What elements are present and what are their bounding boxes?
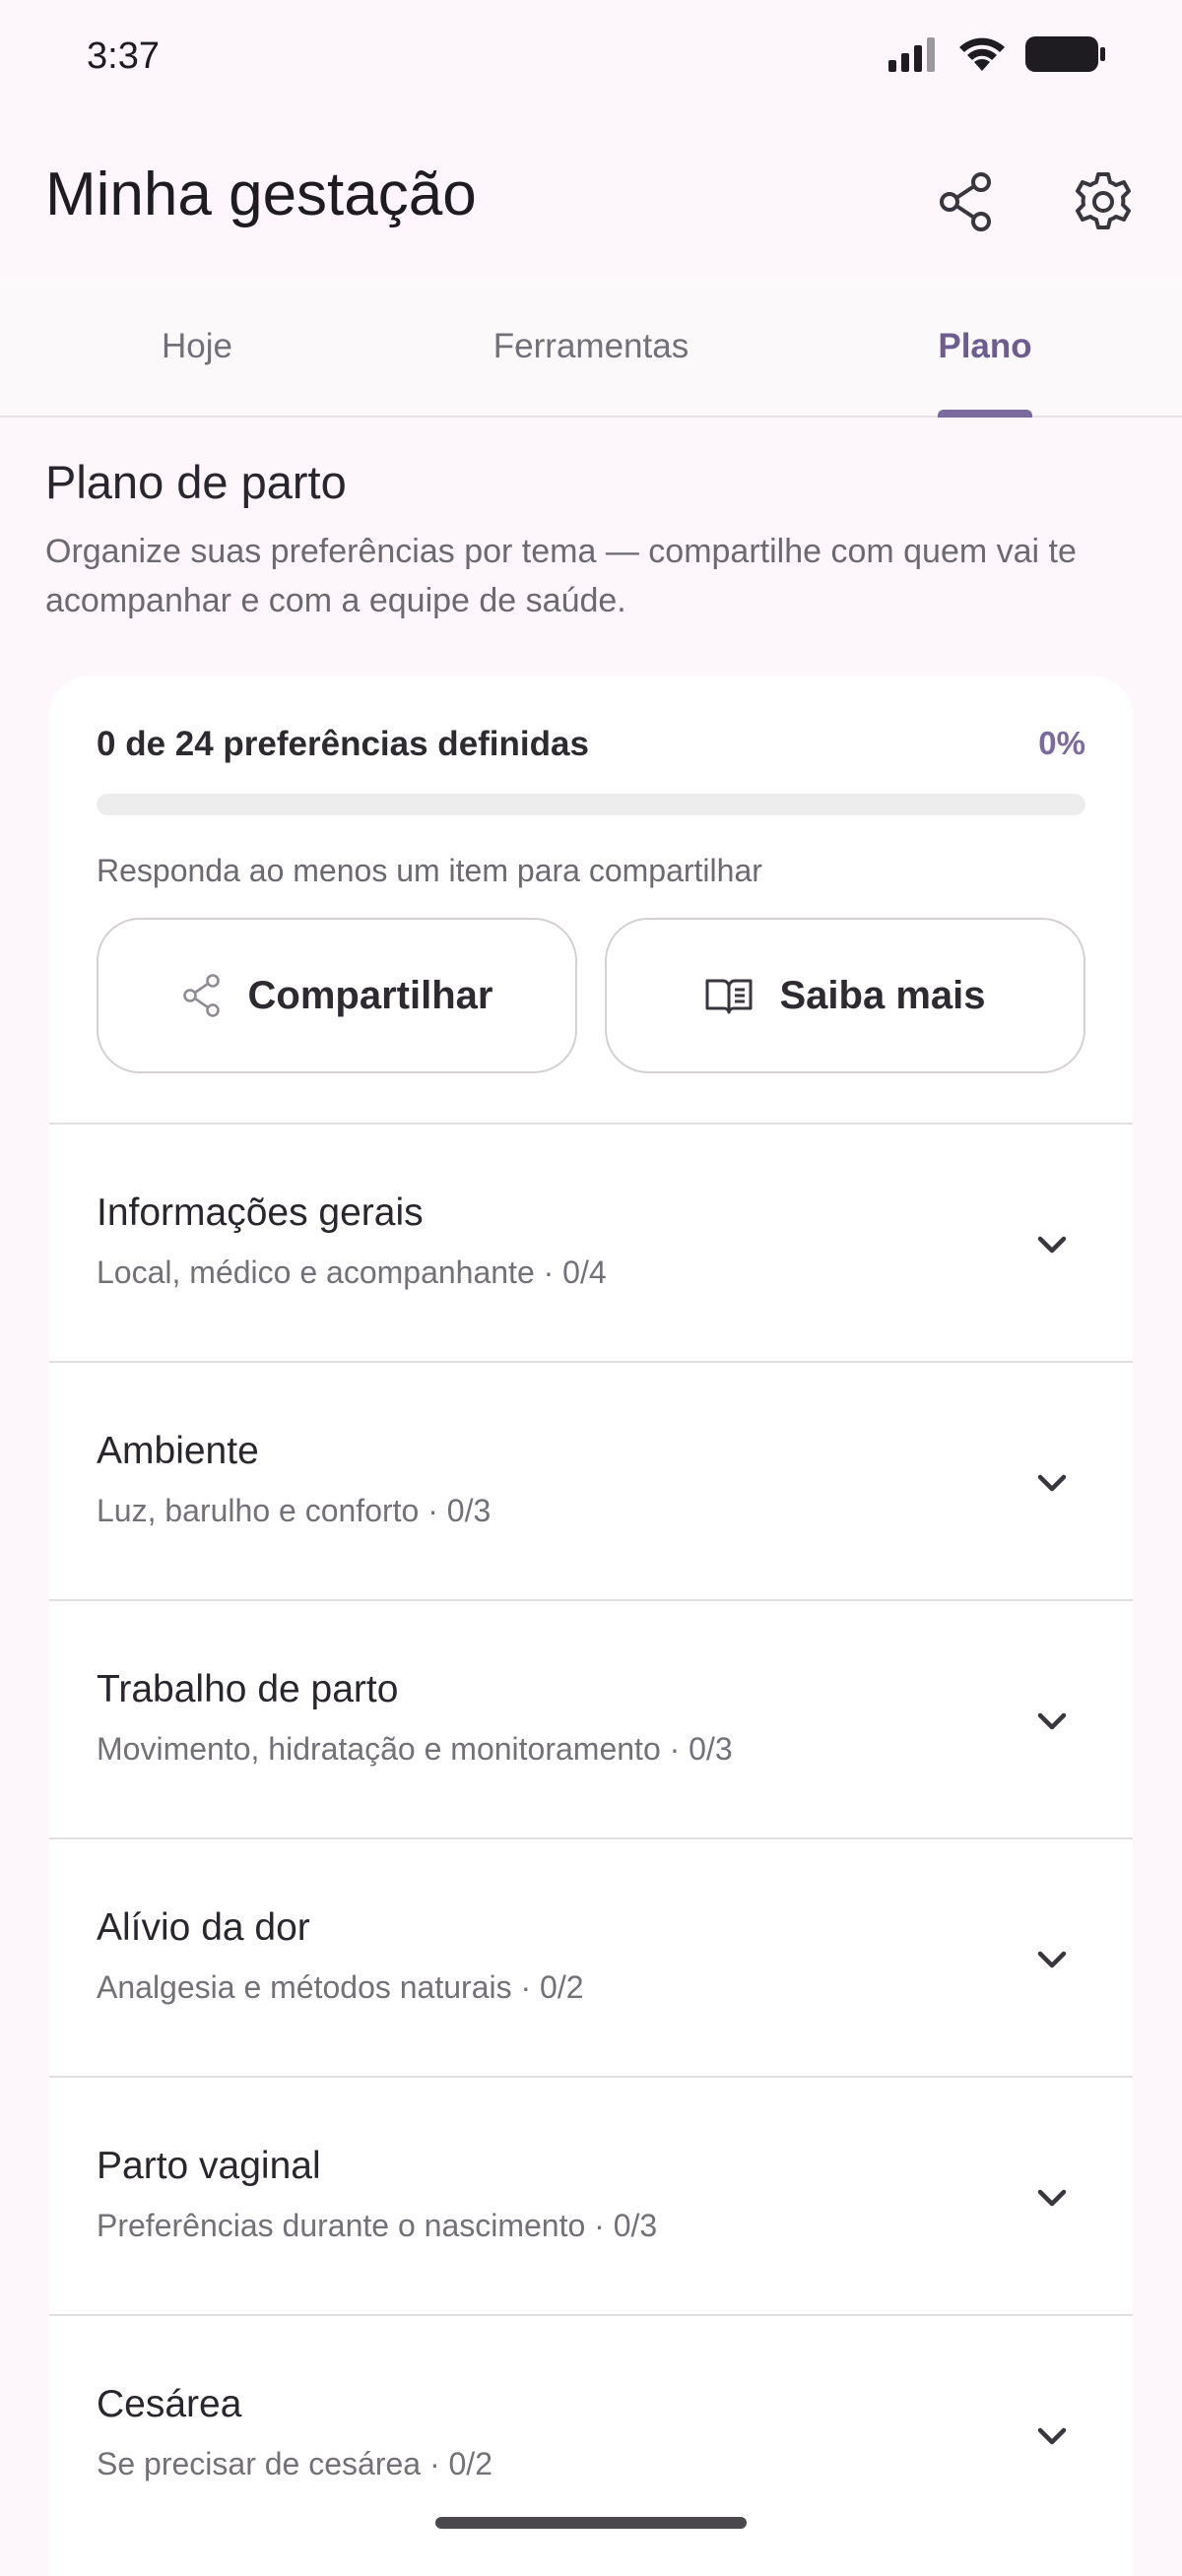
tab-indicator — [938, 410, 1032, 418]
section-title: Parto vaginal — [97, 2145, 321, 2187]
learn-more-label: Saiba mais — [779, 973, 986, 1017]
share-plan-label: Compartilhar — [247, 973, 493, 1017]
progress-bar — [97, 794, 1085, 815]
chevron-down-icon — [1037, 1712, 1067, 1730]
status-time: 3:37 — [87, 35, 160, 77]
section-subtitle: Movimento, hidratação e monitoramento · … — [97, 1731, 733, 1767]
gear-icon — [1076, 172, 1131, 229]
chevron-down-icon — [1037, 2189, 1067, 2207]
chevron-down-icon — [1037, 1236, 1067, 1254]
share-button[interactable] — [926, 162, 1005, 241]
section-heading: Plano de parto — [45, 456, 347, 508]
app-actions — [926, 162, 1143, 241]
share-plan-button[interactable]: Compartilhar — [97, 918, 577, 1073]
battery-icon — [1025, 36, 1105, 72]
section-subtitle: Preferências durante o nascimento · 0/3 — [97, 2208, 658, 2243]
chevron-down-icon — [1037, 1474, 1067, 1492]
book-icon — [705, 979, 753, 1014]
wifi-icon — [959, 37, 1005, 71]
section-description: Organize suas preferências por tema — co… — [45, 533, 1077, 619]
learn-more-button[interactable]: Saiba mais — [605, 918, 1085, 1073]
section-title: Ambiente — [97, 1430, 259, 1472]
app-bar: Minha gestação — [0, 108, 1182, 276]
section-parto-vaginal[interactable]: Parto vaginal Preferências durante o nas… — [49, 2076, 1133, 2314]
section-subtitle: Se precisar de cesárea · 0/2 — [97, 2446, 492, 2481]
status-icons — [888, 35, 1105, 73]
tab-bar: Hoje Ferramentas Plano — [0, 278, 1182, 418]
section-informacoes-gerais[interactable]: Informações gerais Local, médico e acomp… — [49, 1123, 1133, 1361]
home-indicator — [435, 2517, 747, 2529]
share-hint: Responda ao menos um item para compartil… — [97, 853, 762, 888]
tab-hoje[interactable]: Hoje — [0, 278, 394, 416]
status-bar: 3:37 — [0, 0, 1182, 108]
section-alivio-da-dor[interactable]: Alívio da dor Analgesia e métodos natura… — [49, 1837, 1133, 2076]
section-title: Trabalho de parto — [97, 1668, 399, 1710]
settings-button[interactable] — [1064, 162, 1143, 241]
section-title: Informações gerais — [97, 1191, 424, 1234]
section-title: Cesárea — [97, 2383, 242, 2425]
share-icon — [182, 974, 220, 1017]
section-subtitle: Luz, barulho e conforto · 0/3 — [97, 1493, 492, 1528]
signal-icon — [888, 37, 935, 72]
progress-percent: 0% — [1038, 725, 1085, 761]
tab-plano[interactable]: Plano — [788, 278, 1182, 416]
section-ambiente[interactable]: Ambiente Luz, barulho e conforto · 0/3 — [49, 1361, 1133, 1599]
section-subtitle: Local, médico e acompanhante · 0/4 — [97, 1255, 607, 1290]
chevron-down-icon — [1037, 1951, 1067, 1968]
page-title: Minha gestação — [45, 161, 477, 228]
tab-ferramentas[interactable]: Ferramentas — [394, 278, 788, 416]
progress-label: 0 de 24 preferências definidas — [97, 725, 589, 763]
intro-section: Plano de parto Organize suas preferência… — [45, 455, 1137, 625]
section-subtitle: Analgesia e métodos naturais · 0/2 — [97, 1969, 584, 2005]
share-icon — [940, 172, 991, 231]
section-title: Alívio da dor — [97, 1906, 310, 1949]
chevron-down-icon — [1037, 2427, 1067, 2445]
birth-plan-card: 0 de 24 preferências definidas 0% Respon… — [49, 676, 1133, 2576]
section-trabalho-de-parto[interactable]: Trabalho de parto Movimento, hidratação … — [49, 1599, 1133, 1837]
